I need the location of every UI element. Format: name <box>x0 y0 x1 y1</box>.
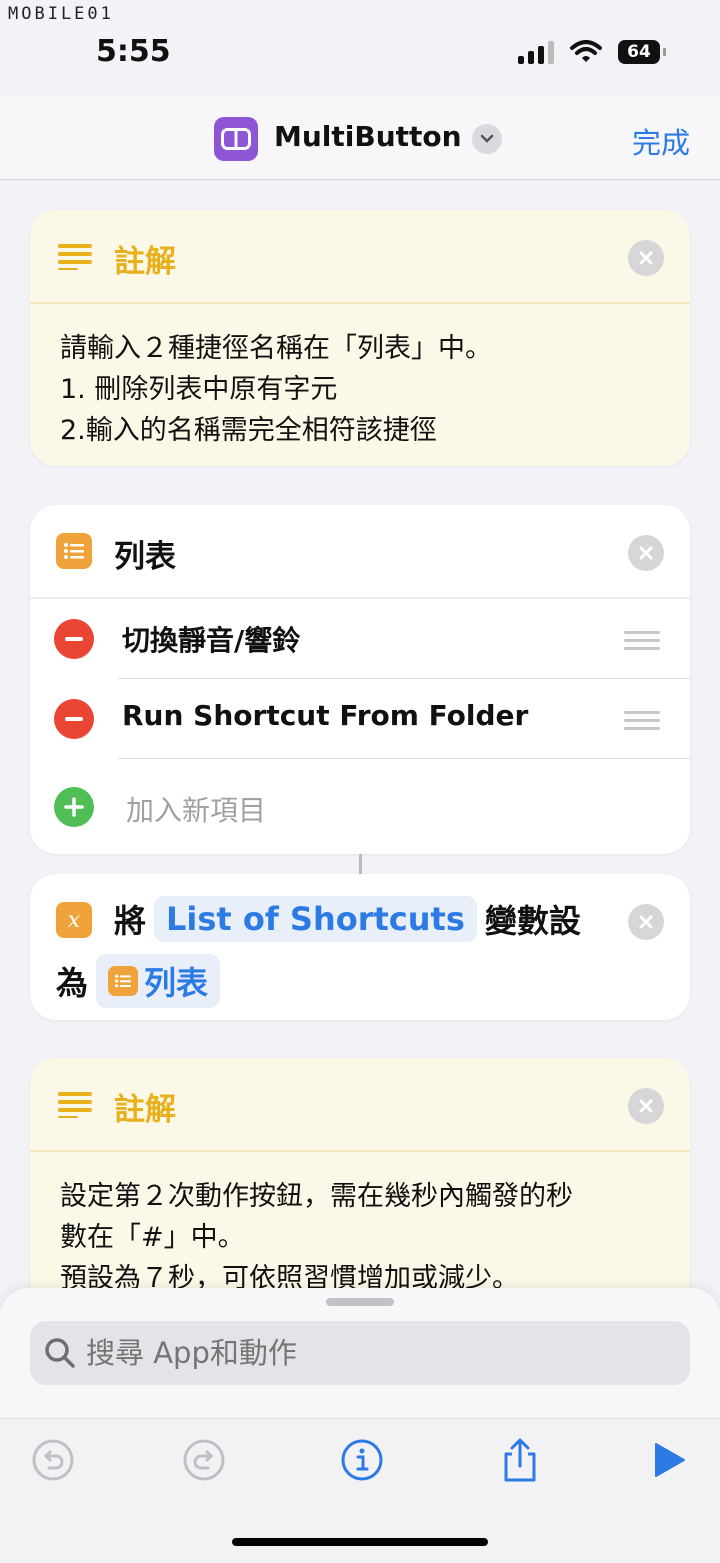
search-input[interactable] <box>86 1321 666 1385</box>
redo-icon[interactable] <box>180 1436 228 1484</box>
play-icon[interactable] <box>644 1436 692 1484</box>
list-item[interactable]: 切換靜音/響鈴 <box>30 599 690 679</box>
add-item-label[interactable]: 加入新項目 <box>126 789 266 829</box>
set-variable-line2: 為 列表 <box>56 954 221 1008</box>
sheet-grabber[interactable] <box>326 1298 394 1306</box>
text-lines-icon <box>58 244 92 270</box>
close-icon[interactable] <box>628 904 664 940</box>
comment-title: 註解 <box>114 244 176 280</box>
comment-line: 1. 刪除列表中原有字元 <box>60 374 338 405</box>
status-icons: 64 <box>518 40 666 64</box>
set-variable-middle: 變數設 <box>484 902 581 940</box>
comment-title: 註解 <box>114 1092 176 1128</box>
done-button[interactable]: 完成 <box>632 120 690 162</box>
comment-action-card[interactable]: 註解 請輸入２種捷徑名稱在「列表」中。 1. 刪除列表中原有字元 2.輸入的名稱… <box>30 210 690 466</box>
set-variable-prefix: 將 <box>114 902 147 940</box>
close-icon[interactable] <box>628 1088 664 1124</box>
comment-header: 註解 <box>30 1058 690 1152</box>
battery-icon: 64 <box>618 40 666 64</box>
share-icon[interactable] <box>496 1436 544 1484</box>
home-indicator <box>232 1538 488 1546</box>
variable-x-icon: x <box>56 902 92 938</box>
close-icon[interactable] <box>628 240 664 276</box>
comment-header: 註解 <box>30 210 690 304</box>
wifi-icon <box>570 40 602 62</box>
set-variable-line2-prefix: 為 <box>56 964 89 1002</box>
undo-icon[interactable] <box>29 1436 77 1484</box>
watermark: MOBILE01 <box>8 4 114 24</box>
list-item-label[interactable]: Run Shortcut From Folder <box>122 699 528 732</box>
list-icon <box>108 966 139 996</box>
comment-line: 數在「#」中。 <box>60 1222 245 1253</box>
variable-name-token[interactable]: List of Shortcuts <box>154 896 477 942</box>
delete-item-button[interactable] <box>54 619 94 659</box>
list-action-card[interactable]: 列表 切換靜音/響鈴 Run Shortcut From Folder 加入新項… <box>30 505 690 854</box>
comment-line: 請輸入２種捷徑名稱在「列表」中。 <box>60 333 492 364</box>
status-time: 5:55 <box>96 34 171 69</box>
comment-line: 2.輸入的名稱需完全相符該捷徑 <box>60 415 437 446</box>
variable-value-token[interactable]: 列表 <box>96 954 221 1008</box>
list-title: 列表 <box>114 539 176 575</box>
multibutton-icon[interactable] <box>214 117 258 161</box>
shortcut-title[interactable]: MultiButton <box>274 120 462 153</box>
list-item-label[interactable]: 切換靜音/響鈴 <box>122 619 300 659</box>
search-icon <box>45 1338 75 1368</box>
list-header: 列表 <box>30 505 690 599</box>
comment-line: 設定第２次動作按鈕，需在幾秒內觸發的秒 <box>60 1181 573 1212</box>
drag-handle-icon[interactable] <box>624 711 660 735</box>
connector-line <box>359 854 362 874</box>
delete-item-button[interactable] <box>54 699 94 739</box>
text-lines-icon <box>58 1092 92 1118</box>
add-item-row[interactable]: 加入新項目 <box>30 759 690 854</box>
close-icon[interactable] <box>628 535 664 571</box>
info-icon[interactable] <box>338 1436 386 1484</box>
add-item-button[interactable] <box>54 787 94 827</box>
drag-handle-icon[interactable] <box>624 631 660 655</box>
comment-text[interactable]: 請輸入２種捷徑名稱在「列表」中。 1. 刪除列表中原有字元 2.輸入的名稱需完全… <box>30 304 690 466</box>
set-variable-line1: 將 List of Shortcuts 變數設 <box>114 896 581 942</box>
variable-value-label: 列表 <box>144 964 209 1002</box>
chevron-down-icon[interactable] <box>472 124 502 154</box>
list-item[interactable]: Run Shortcut From Folder <box>30 679 690 759</box>
list-icon <box>56 533 92 569</box>
set-variable-action-card[interactable]: x 將 List of Shortcuts 變數設 為 列表 <box>30 874 690 1020</box>
cellular-signal-icon <box>518 40 554 64</box>
